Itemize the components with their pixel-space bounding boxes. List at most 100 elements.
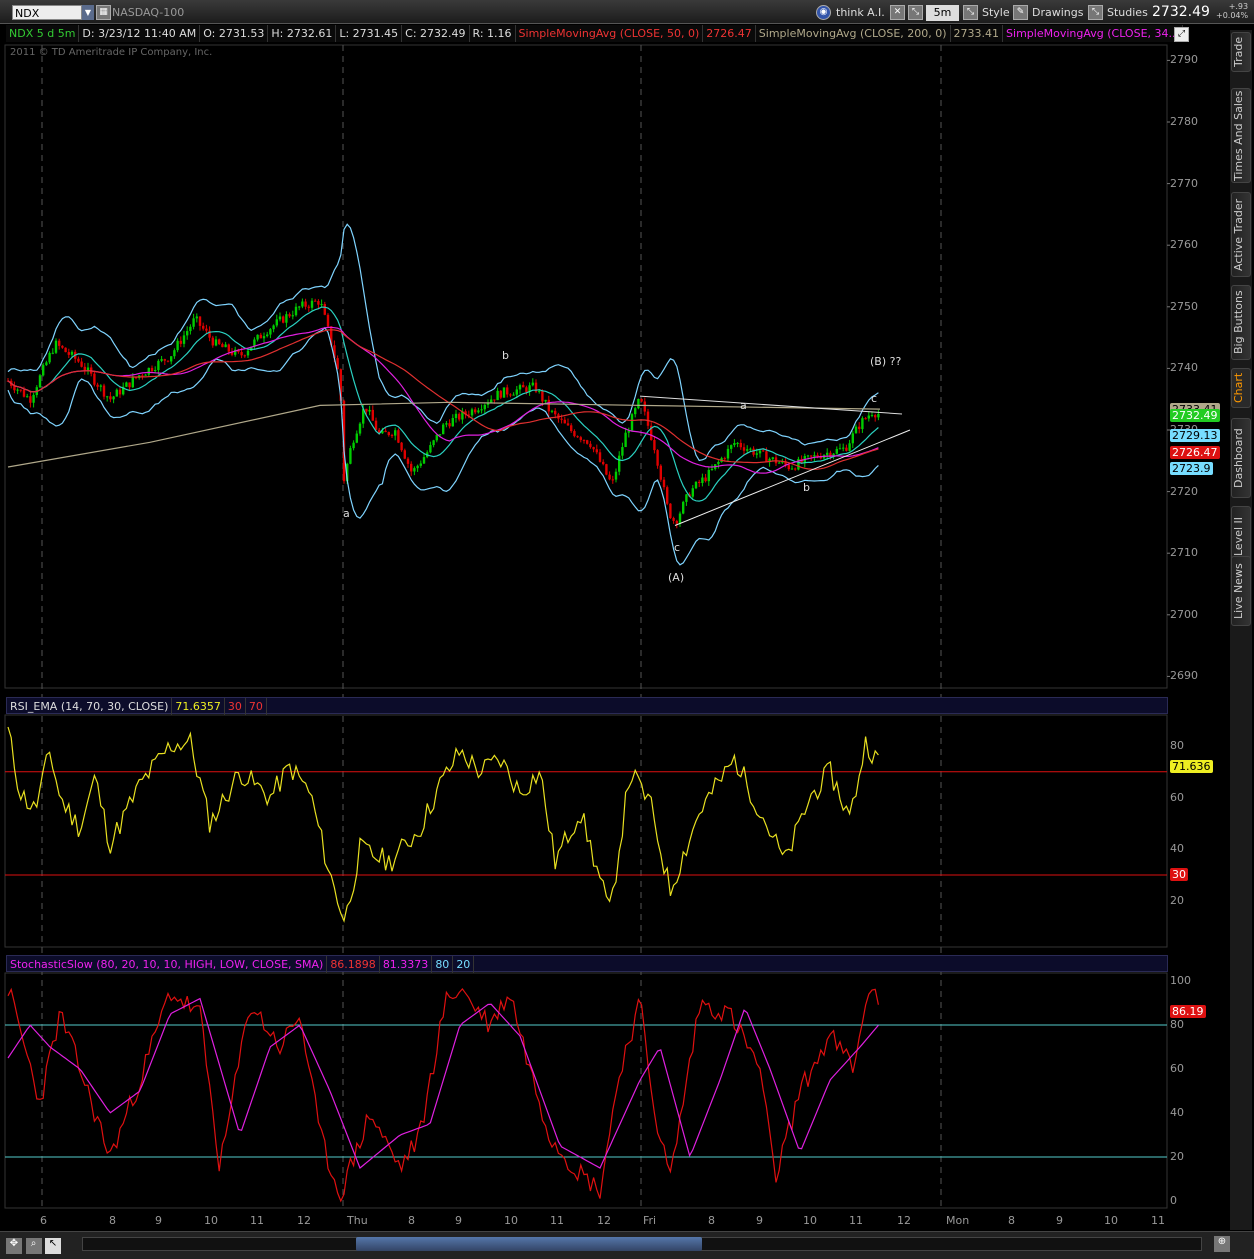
candle-body xyxy=(32,394,35,403)
candle-body xyxy=(416,465,419,469)
time-axis-label: 10 xyxy=(1104,1214,1118,1227)
candle-body xyxy=(570,425,573,432)
rsi-axis-label: 40 xyxy=(1170,842,1184,856)
candle-body xyxy=(851,433,854,444)
candle-body xyxy=(573,431,576,437)
pan-icon[interactable]: ✥ xyxy=(6,1238,22,1254)
candle-body xyxy=(451,418,454,427)
candle-body xyxy=(432,440,435,446)
trendline-resistance xyxy=(639,395,903,415)
candle-body xyxy=(259,334,262,339)
candle-body xyxy=(246,350,250,356)
price-tag-bb_mid: 2729.13 xyxy=(1170,429,1220,443)
candle-body xyxy=(765,451,768,463)
rsi-header: RSI_EMA (14, 70, 30, CLOSE) 71.6357 30 70 xyxy=(6,697,1168,715)
pointer-icon[interactable]: ↖ xyxy=(45,1238,61,1254)
candle-body xyxy=(522,385,525,388)
candle-body xyxy=(358,423,362,434)
wave-label-c2: c xyxy=(871,392,878,405)
candle-body xyxy=(147,367,150,375)
candle-body xyxy=(192,318,195,327)
chart-scrollbar[interactable]: ✥ ⌕ ↖ ⊕ xyxy=(0,1231,1254,1259)
rsi-title[interactable]: RSI_EMA (14, 70, 30, CLOSE) xyxy=(7,698,173,715)
time-axis-label: 11 xyxy=(250,1214,264,1227)
time-axis-label: 11 xyxy=(550,1214,564,1227)
candle-body xyxy=(80,361,83,367)
candle-body xyxy=(582,439,586,441)
candle-body xyxy=(605,464,608,475)
side-tab-trade[interactable]: Trade xyxy=(1231,32,1251,72)
side-tab-times-and-sales[interactable]: Times And Sales xyxy=(1231,88,1251,183)
candle-body xyxy=(269,329,272,335)
candle-body xyxy=(454,413,458,419)
candle-body xyxy=(733,443,736,446)
side-tab-live-news[interactable]: Live News xyxy=(1231,556,1251,626)
candle-body xyxy=(422,457,426,464)
candle-body xyxy=(102,385,106,397)
zoom-out-icon[interactable]: ⌕ xyxy=(25,1238,42,1254)
side-tab-active-trader[interactable]: Active Trader xyxy=(1231,192,1251,277)
candle-body xyxy=(288,314,291,317)
candle-body xyxy=(394,430,397,436)
candle-body xyxy=(643,401,646,412)
scroll-thumb[interactable] xyxy=(356,1237,702,1251)
candle-body xyxy=(54,340,58,353)
stoch-axis-label: 80 xyxy=(1170,1018,1184,1031)
candle-body xyxy=(58,340,61,346)
side-tab-chart[interactable]: Chart xyxy=(1231,368,1251,408)
candle-body xyxy=(864,418,867,420)
candle-body xyxy=(118,389,122,395)
candle-body xyxy=(224,344,227,348)
candle-body xyxy=(390,435,394,437)
chart-canvas[interactable] xyxy=(0,0,1254,1259)
price-tag-bb_low: 2723.9 xyxy=(1170,461,1213,475)
candle-body xyxy=(723,458,726,460)
candle-body xyxy=(141,375,144,377)
side-tab-dashboard[interactable]: Dashboard xyxy=(1231,418,1251,498)
candle-body xyxy=(307,306,310,308)
stoch-axis-label: 100 xyxy=(1170,974,1191,987)
candle-body xyxy=(550,410,554,412)
zoom-in-icon[interactable]: ⊕ xyxy=(1214,1236,1230,1252)
candle-body xyxy=(736,442,739,444)
cursor-tools[interactable]: ✥ ⌕ ↖ xyxy=(6,1236,66,1254)
wave-label-a: a xyxy=(343,507,350,520)
side-tab-big-buttons[interactable]: Big Buttons xyxy=(1231,285,1251,360)
stoch-oversold: 20 xyxy=(453,956,475,973)
candle-body xyxy=(739,442,742,448)
stoch-k-value: 86.1898 xyxy=(327,956,380,973)
thinkorswim-chart-window: NDX ▼ ▦ NASDAQ-100 ◉ think A.I. ✕ ⤡ 5m ⤡… xyxy=(0,0,1254,1259)
wave-label-a2: a xyxy=(740,399,747,412)
candle-body xyxy=(166,360,170,362)
candle-body xyxy=(541,390,544,402)
candle-body xyxy=(637,399,640,409)
candle-body xyxy=(221,344,224,348)
candle-body xyxy=(93,373,96,385)
candle-body xyxy=(291,315,294,317)
stoch-title[interactable]: StochasticSlow (80, 20, 10, 10, HIGH, LO… xyxy=(7,956,328,973)
candle-body xyxy=(38,375,42,388)
candle-body xyxy=(611,479,614,481)
time-axis-label: 11 xyxy=(1151,1214,1165,1227)
candle-body xyxy=(227,344,230,352)
time-axis-label: 8 xyxy=(408,1214,415,1227)
candle-body xyxy=(691,488,694,497)
candle-body xyxy=(355,433,358,443)
candle-body xyxy=(813,455,816,457)
candle-body xyxy=(499,390,502,398)
candle-body xyxy=(669,503,672,519)
candle-body xyxy=(685,494,688,502)
candle-body xyxy=(726,448,730,459)
time-axis-label: 9 xyxy=(756,1214,763,1227)
candle-body xyxy=(205,328,208,331)
candle-body xyxy=(474,409,477,413)
stoch-axis-label: 40 xyxy=(1170,1106,1184,1119)
candle-body xyxy=(400,442,403,451)
candle-body xyxy=(614,471,618,480)
candle-body xyxy=(640,399,643,402)
candle-body xyxy=(294,306,298,316)
candle-body xyxy=(77,358,80,362)
candle-body xyxy=(701,477,704,484)
wave-label-b: b xyxy=(502,349,509,362)
candle-body xyxy=(502,387,506,398)
